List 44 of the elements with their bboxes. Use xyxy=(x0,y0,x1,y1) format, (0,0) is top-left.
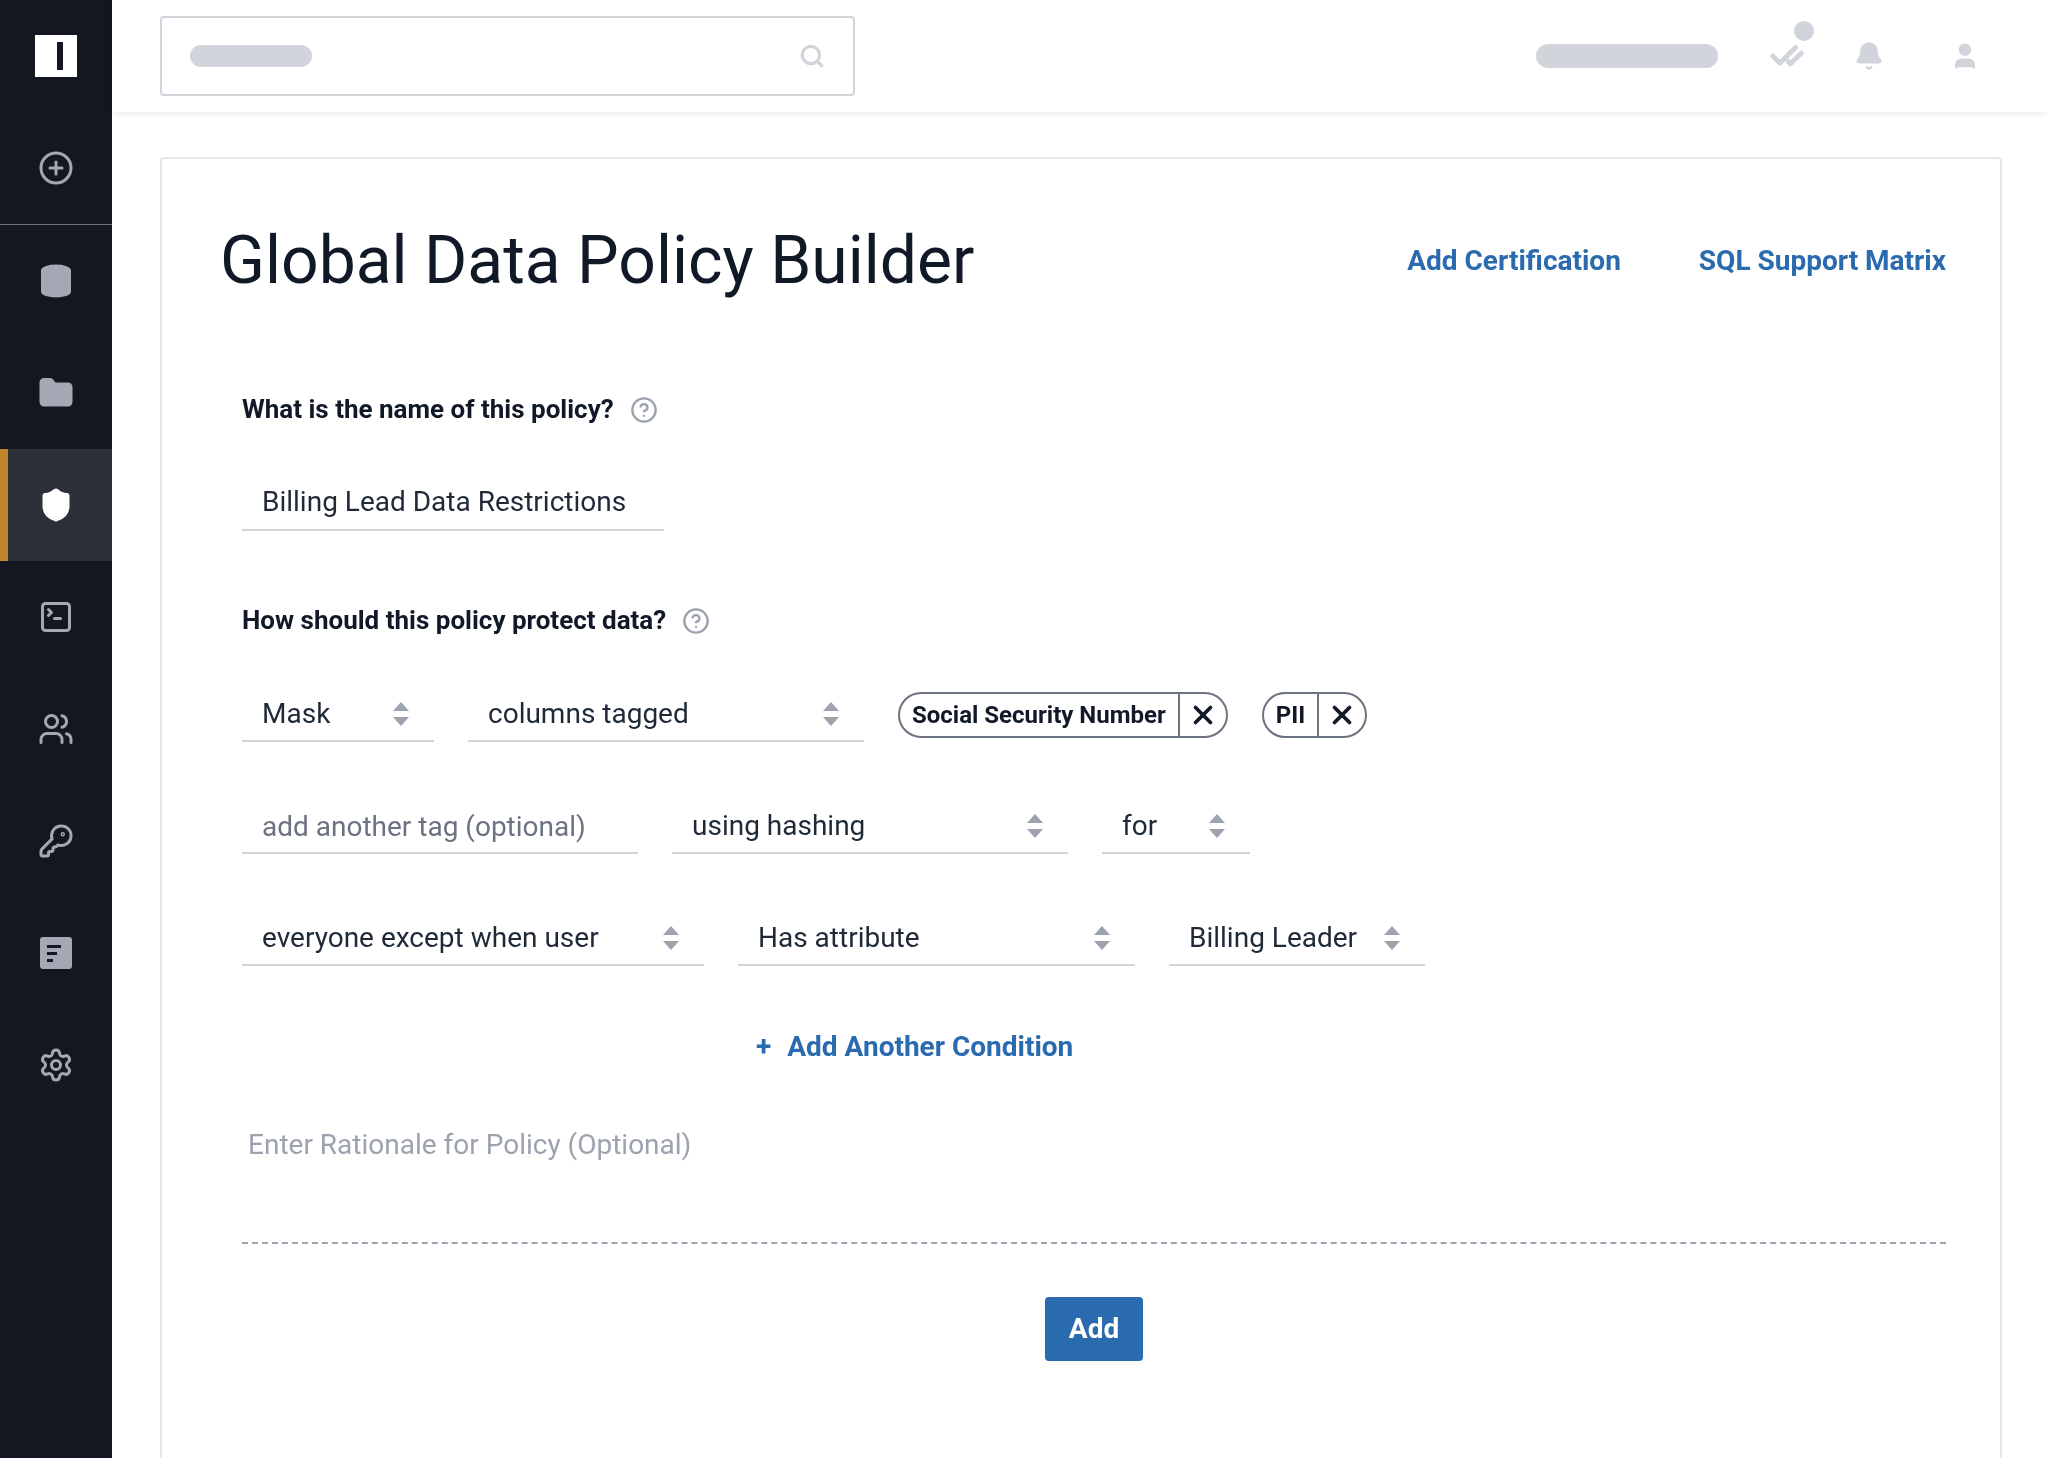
header-link[interactable]: Add Certification xyxy=(1407,239,1621,282)
tag-input-field[interactable]: add another tag (optional) xyxy=(242,800,638,854)
sort-arrows-icon xyxy=(1093,925,1111,951)
select-field[interactable]: columns tagged xyxy=(468,688,864,742)
select-value: Mask xyxy=(262,696,331,732)
select-value: columns tagged xyxy=(488,696,689,732)
select-field[interactable]: everyone except when user xyxy=(242,912,704,966)
key-icon xyxy=(38,823,74,859)
users-icon xyxy=(38,711,74,747)
question-label: What is the name of this policy? xyxy=(242,393,614,426)
select-field[interactable]: Billing Leader xyxy=(1169,912,1425,966)
sidebar-item[interactable] xyxy=(0,449,112,561)
report-icon xyxy=(39,936,73,970)
database-icon xyxy=(38,263,74,299)
rationale-field[interactable]: Enter Rationale for Policy (Optional) xyxy=(242,1124,1946,1244)
tag-label: Social Security Number xyxy=(911,700,1167,731)
select-value: for xyxy=(1122,808,1158,844)
question-label: How should this policy protect data? xyxy=(242,604,667,637)
add-condition-link[interactable]: + Add Another Condition xyxy=(756,1026,1074,1068)
select-value: Has attribute xyxy=(758,920,920,956)
tag-label: PII xyxy=(1274,700,1307,731)
terminal-icon xyxy=(38,599,74,635)
add-button[interactable]: Add xyxy=(1044,1297,1144,1361)
select-field[interactable]: using hashing xyxy=(672,800,1068,854)
page-title: Global Data Policy Builder xyxy=(220,221,975,301)
select-value: using hashing xyxy=(692,808,866,844)
plus-circle-icon xyxy=(38,150,74,186)
policy-name-field[interactable]: Billing Lead Data Restrictions xyxy=(242,473,664,531)
select-field[interactable]: Has attribute xyxy=(738,912,1135,966)
sort-arrows-icon xyxy=(1026,813,1044,839)
sort-arrows-icon xyxy=(1208,813,1226,839)
sort-arrows-icon xyxy=(1383,925,1401,951)
select-value: everyone except when user xyxy=(262,920,599,956)
search-icon xyxy=(799,43,825,69)
sort-arrows-icon xyxy=(662,925,680,951)
search-field[interactable] xyxy=(160,16,855,96)
logo-icon xyxy=(35,35,77,77)
select-field[interactable]: for xyxy=(1102,800,1250,854)
select-field[interactable]: Mask xyxy=(242,688,434,742)
header-link[interactable]: SQL Support Matrix xyxy=(1698,239,1946,282)
sort-arrows-icon xyxy=(392,701,410,727)
settings-icon xyxy=(38,1047,74,1083)
select-value: Billing Leader xyxy=(1189,920,1358,956)
sort-arrows-icon xyxy=(822,701,840,727)
